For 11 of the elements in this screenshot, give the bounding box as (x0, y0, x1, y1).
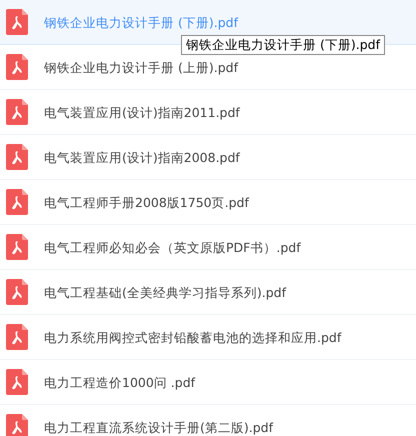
file-name: 电气工程基础(全美经典学习指导系列).pdf (44, 284, 286, 302)
file-name: 电气工程师手册2008版1750页.pdf (44, 194, 249, 212)
tooltip: 钢铁企业电力设计手册 (下册).pdf (181, 35, 385, 55)
file-name: 电气工程师必知必会（英文原版PDF书）.pdf (44, 238, 301, 257)
file-name: 电力工程直流系统设计手册(第二版).pdf (44, 418, 273, 436)
file-name: 钢铁企业电力设计手册 (上册).pdf (44, 58, 238, 77)
file-name: 电力工程造价1000问 .pdf (44, 374, 196, 392)
file-name: 电力系统用阀控式密封铅酸蓄电池的选择和应用.pdf (44, 328, 342, 347)
file-name: 电气装置应用(设计)指南2011.pdf (44, 104, 240, 122)
file-name: 电气装置应用(设计)指南2008.pdf (44, 148, 240, 167)
file-name: 钢铁企业电力设计手册 (下册).pdf (44, 14, 238, 32)
